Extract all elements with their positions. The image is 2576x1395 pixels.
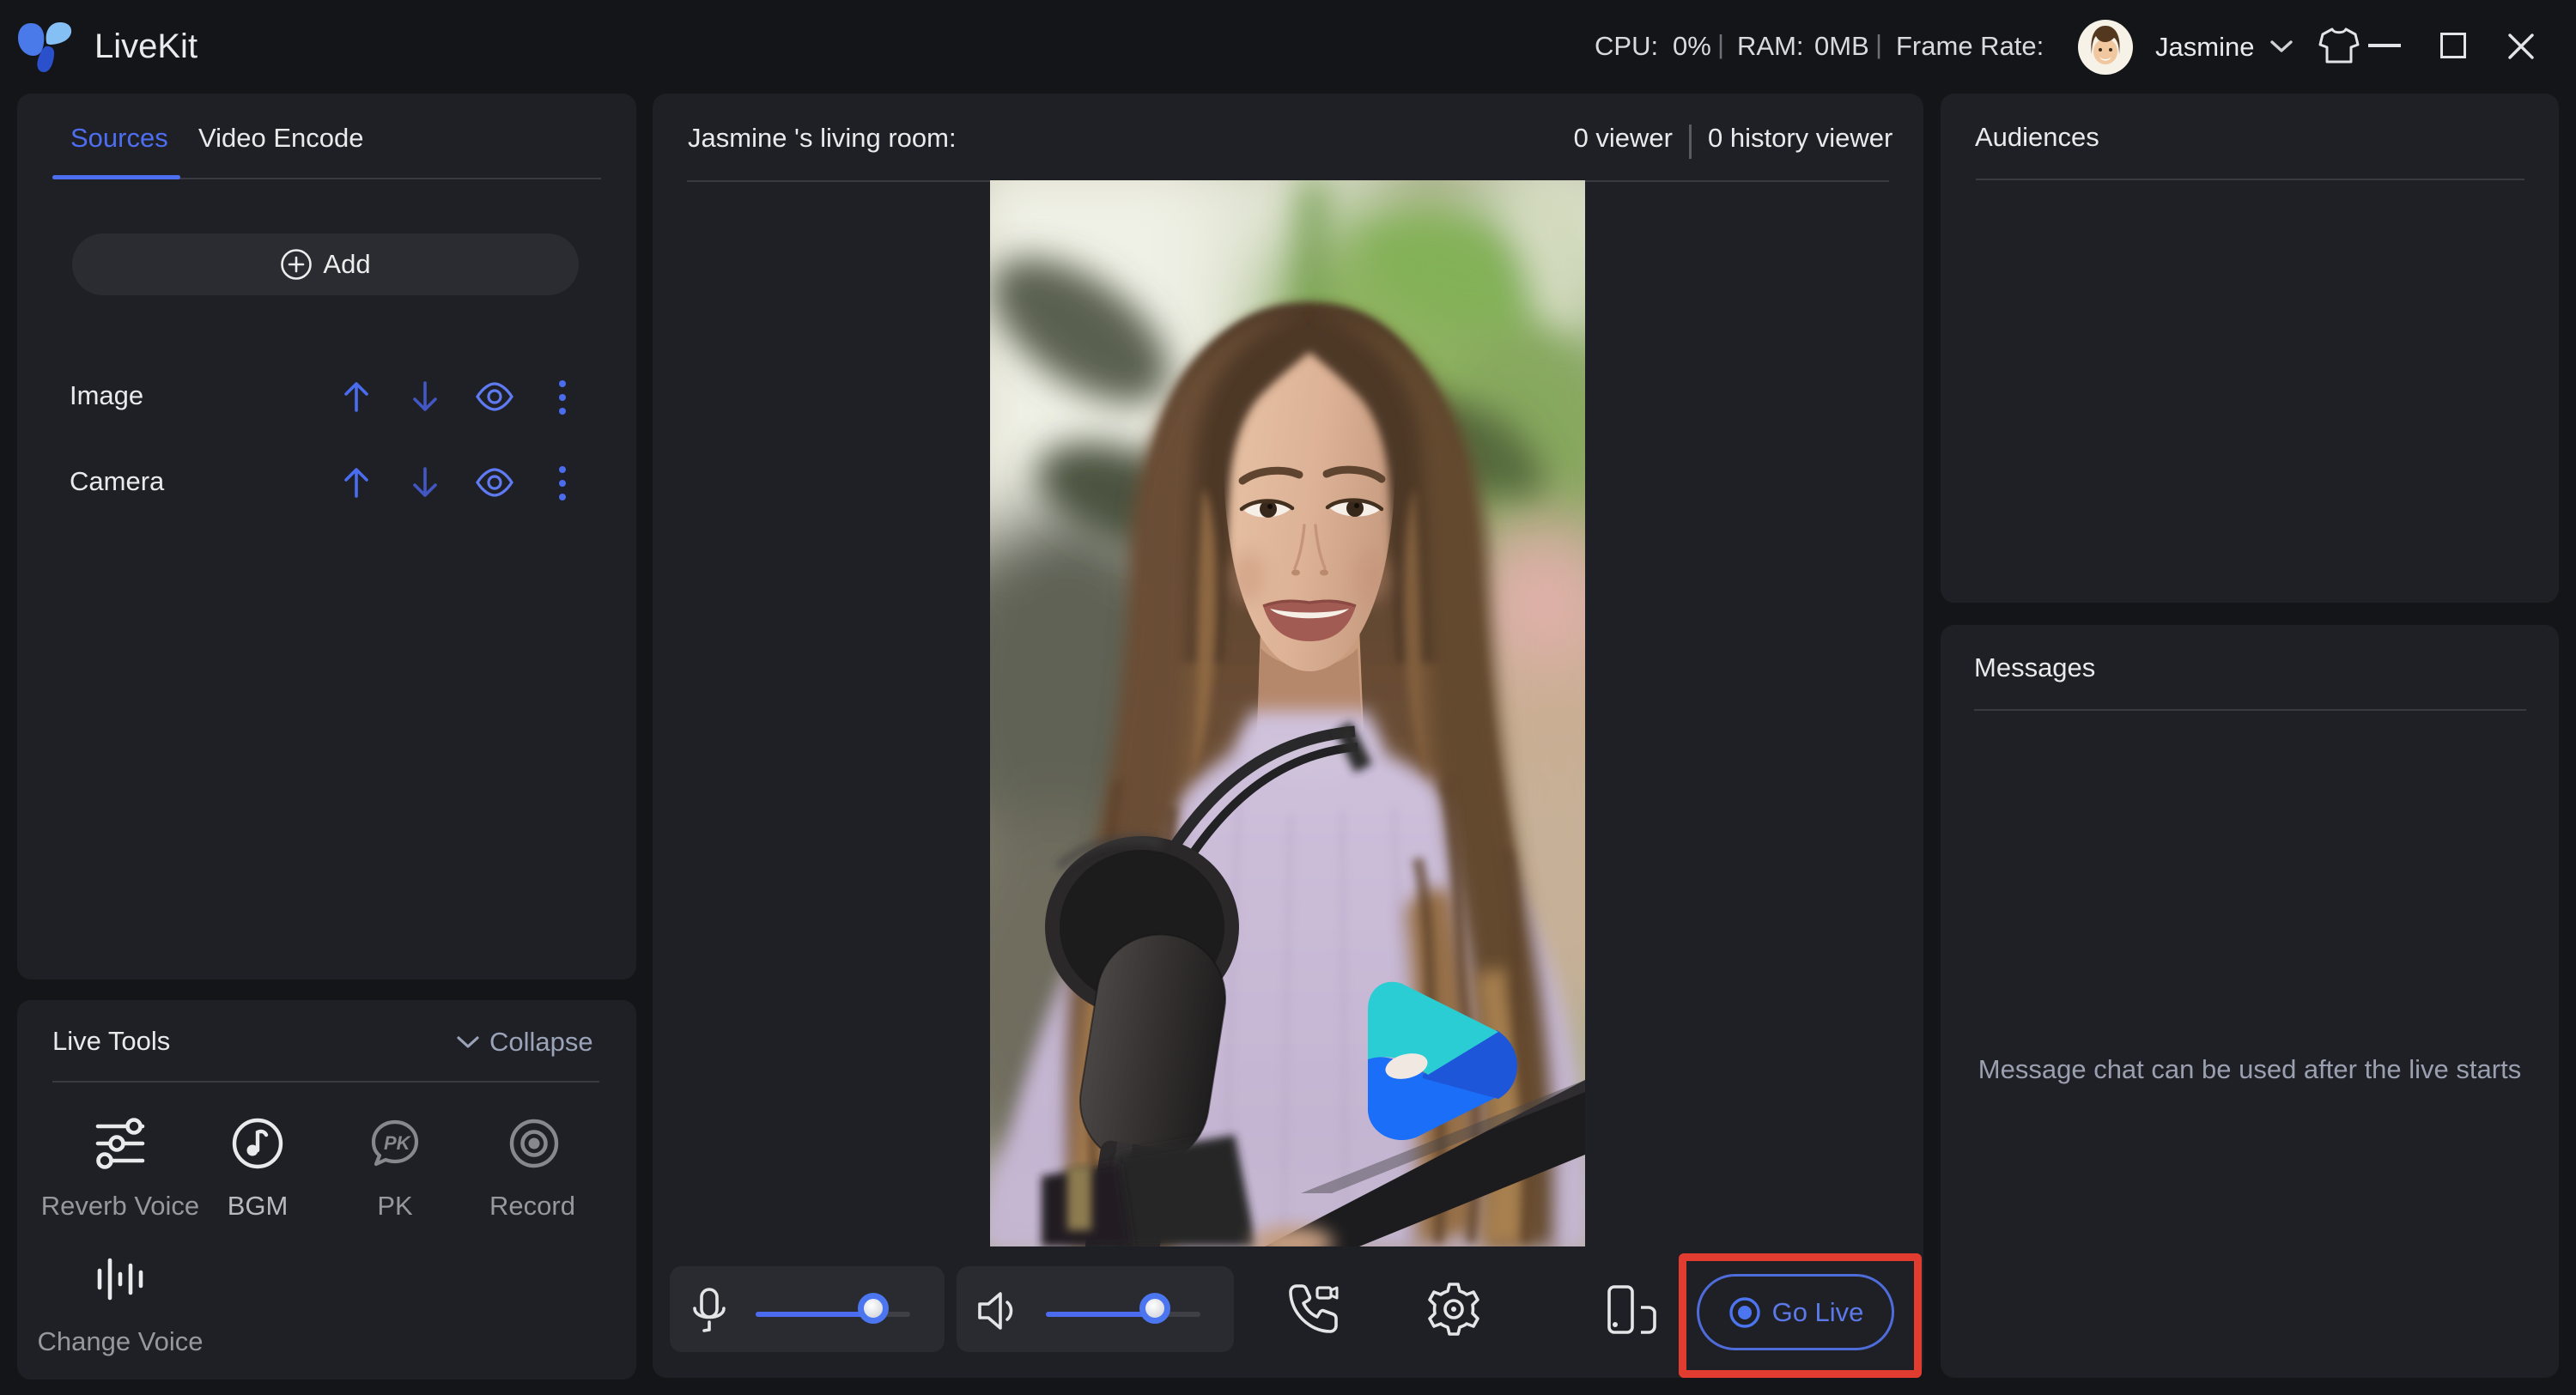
- svg-text:PK: PK: [384, 1132, 412, 1154]
